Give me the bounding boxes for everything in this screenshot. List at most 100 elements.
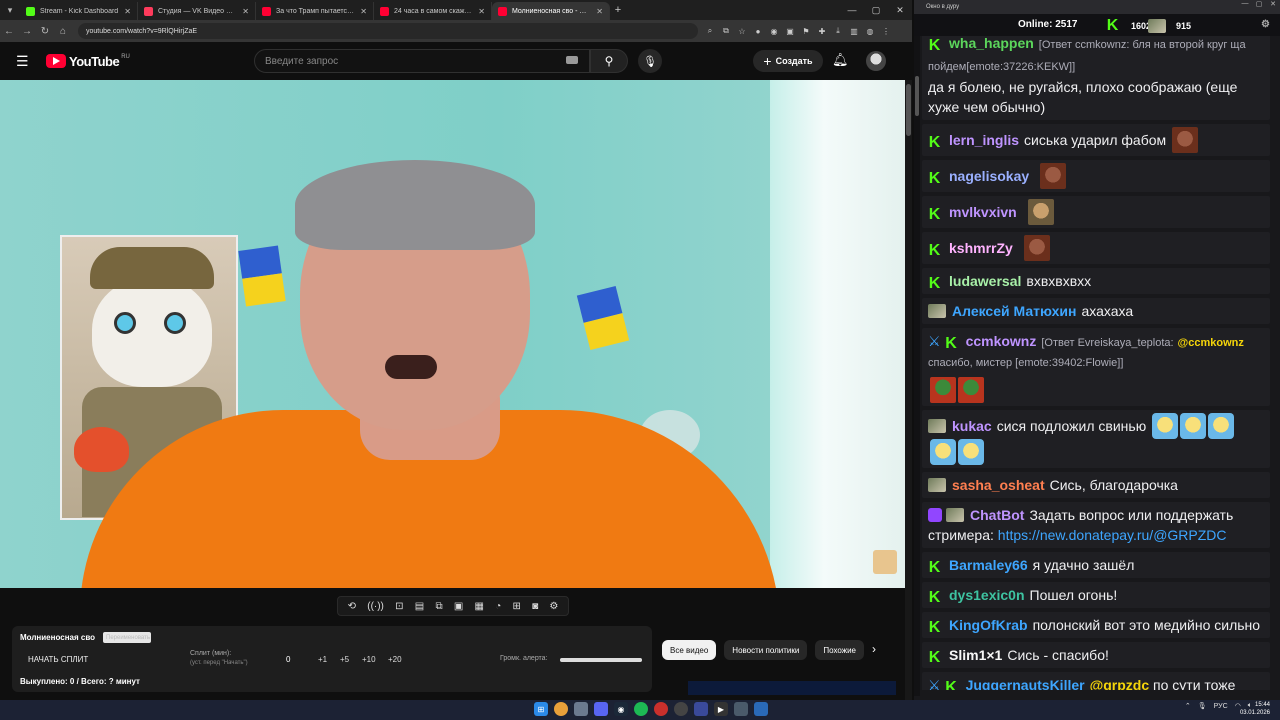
language-indicator[interactable]: РУС	[1214, 703, 1228, 710]
chat-username[interactable]: ludawersal	[949, 273, 1021, 289]
chat-username[interactable]: ChatBot	[970, 507, 1024, 523]
start-icon[interactable]: ⊞	[534, 702, 548, 716]
extension-icon[interactable]: ⚑	[800, 25, 812, 37]
increment-10-button[interactable]: +10	[362, 655, 376, 664]
zoom-icon[interactable]: ⌕	[704, 25, 716, 37]
camera-icon[interactable]: ◙	[532, 601, 538, 612]
speed-icon[interactable]: ◔	[495, 601, 501, 612]
channel-watermark[interactable]	[873, 550, 897, 574]
chat-username[interactable]: Алексей Матюхин	[952, 303, 1076, 319]
alert-volume-slider[interactable]	[560, 658, 642, 662]
fullscreen-icon[interactable]: ▣	[454, 601, 463, 612]
minimize-icon[interactable]: —	[1238, 0, 1252, 8]
close-icon[interactable]: ✕	[242, 7, 249, 16]
download-icon[interactable]: ⤓	[832, 25, 844, 37]
mention[interactable]: @grpzdc	[1090, 677, 1150, 690]
donate-link[interactable]: https://new.donatepay.ru/@GRPZDC	[998, 527, 1227, 543]
chrome-icon[interactable]	[554, 702, 568, 716]
chat-username[interactable]: mvlkvxivn	[949, 204, 1017, 220]
pip-icon[interactable]: ⧉	[435, 601, 442, 612]
start-split-button[interactable]: НАЧАТЬ СПЛИТ	[28, 655, 88, 664]
page-scrollbar[interactable]	[905, 80, 912, 700]
chat-username[interactable]: nagelisokay	[949, 168, 1029, 184]
tab-youtube-active[interactable]: Молниеносная сво - YouTube ✕	[492, 2, 610, 20]
related-video-thumbnail[interactable]	[688, 681, 896, 695]
split-rename-input[interactable]: Переименовать	[103, 632, 151, 643]
split-minutes-value[interactable]: 0	[286, 655, 290, 664]
chat-username[interactable]: wha_happen	[949, 36, 1034, 51]
avatar[interactable]	[866, 51, 886, 71]
screen-icon[interactable]: ⊡	[395, 601, 403, 612]
discord-icon[interactable]	[594, 702, 608, 716]
close-icon[interactable]: ✕	[478, 7, 485, 16]
chip-all-videos[interactable]: Все видео	[662, 640, 717, 660]
extension-icon[interactable]: ▣	[784, 25, 796, 37]
spotify-icon[interactable]	[634, 702, 648, 716]
home-icon[interactable]: ⌂	[54, 26, 72, 37]
app-icon[interactable]	[694, 702, 708, 716]
split-view-icon[interactable]: ▥	[848, 25, 860, 37]
chat-scrollbar[interactable]	[914, 36, 920, 696]
extension-icon[interactable]: ●	[752, 25, 764, 37]
close-window-icon[interactable]: ✕	[888, 0, 912, 20]
chat-username[interactable]: lern_inglis	[949, 132, 1019, 148]
app-icon[interactable]	[754, 702, 768, 716]
maximize-icon[interactable]: ▢	[864, 0, 888, 20]
grid-icon[interactable]: ▦	[475, 601, 484, 612]
minimize-icon[interactable]: —	[840, 0, 864, 20]
app-icon[interactable]	[574, 702, 588, 716]
increment-1-button[interactable]: +1	[318, 655, 327, 664]
profile-icon[interactable]: ◍	[864, 25, 876, 37]
youtube-logo[interactable]: YouTube RU	[46, 54, 130, 69]
new-tab-icon[interactable]: +	[610, 4, 626, 16]
chat-username[interactable]: sasha_osheat	[952, 477, 1045, 493]
menu-dots-icon[interactable]: ⋮	[880, 25, 892, 37]
increment-5-button[interactable]: +5	[340, 655, 349, 664]
chat-username[interactable]: JuggernautsKiller	[966, 677, 1085, 690]
chevron-up-icon[interactable]: ⌃	[1185, 702, 1191, 710]
close-icon[interactable]: ✕	[1266, 0, 1280, 8]
app-icon[interactable]	[734, 702, 748, 716]
create-button[interactable]: + Создать	[753, 50, 823, 72]
url-input[interactable]: youtube.com/watch?v=9RlQHirjZaE	[78, 23, 698, 39]
maximize-icon[interactable]: ▢	[1252, 0, 1266, 8]
tab-kick-dashboard[interactable]: Stream - Kick Dashboard ✕	[20, 2, 138, 20]
reload-icon[interactable]: ↻	[36, 26, 54, 37]
tab-youtube-trump[interactable]: За что Трамп пытается убить ✕	[256, 2, 374, 20]
tab-search-icon[interactable]: ▾	[0, 0, 20, 20]
scroll-thumb[interactable]	[906, 84, 911, 136]
keyboard-icon[interactable]	[566, 56, 578, 64]
chat-username[interactable]: kukac	[952, 418, 992, 434]
chevron-right-icon[interactable]: ›	[872, 642, 876, 656]
star-icon[interactable]: ☆	[736, 25, 748, 37]
close-icon[interactable]: ✕	[596, 7, 603, 16]
chat-username[interactable]: Barmaley66	[949, 557, 1028, 573]
obs-icon[interactable]	[674, 702, 688, 716]
steam-icon[interactable]: ◉	[614, 702, 628, 716]
forward-icon[interactable]: →	[18, 26, 36, 37]
menu-icon[interactable]: ☰	[16, 53, 34, 70]
close-icon[interactable]: ✕	[124, 7, 131, 16]
increment-20-button[interactable]: +20	[388, 655, 402, 664]
search-input[interactable]: Введите запрос	[254, 49, 590, 73]
video-player[interactable]	[0, 80, 905, 588]
puzzle-icon[interactable]: ✚	[816, 25, 828, 37]
chat-username[interactable]: KingOfKrab	[949, 617, 1028, 633]
mic-icon[interactable]: 🎙︎	[1198, 702, 1207, 710]
chat-username[interactable]: Slim1×1	[949, 647, 1002, 663]
chat-username[interactable]: kshmrrZy	[949, 240, 1013, 256]
gear-icon[interactable]: ⚙	[1261, 19, 1270, 30]
tab-youtube-24h[interactable]: 24 часа в самом скажевшем ✕	[374, 2, 492, 20]
search-button[interactable]: ⚲	[590, 49, 628, 73]
broadcast-icon[interactable]: ((·))	[367, 601, 384, 612]
loop-icon[interactable]: ⟲	[348, 601, 356, 612]
chat-username[interactable]: ccmkownz	[966, 333, 1037, 349]
cast-icon[interactable]: ⧉	[720, 25, 732, 37]
clapper-icon[interactable]: ▤	[415, 601, 424, 612]
scroll-thumb[interactable]	[915, 76, 919, 116]
opera-icon[interactable]	[654, 702, 668, 716]
chip-politics-news[interactable]: Новости политики	[724, 640, 808, 660]
notifications-bell-icon[interactable]: 🔔︎	[832, 52, 849, 68]
close-icon[interactable]: ✕	[360, 7, 367, 16]
tab-vk-studio[interactable]: Студия — VK Видео Live ✕	[138, 2, 256, 20]
